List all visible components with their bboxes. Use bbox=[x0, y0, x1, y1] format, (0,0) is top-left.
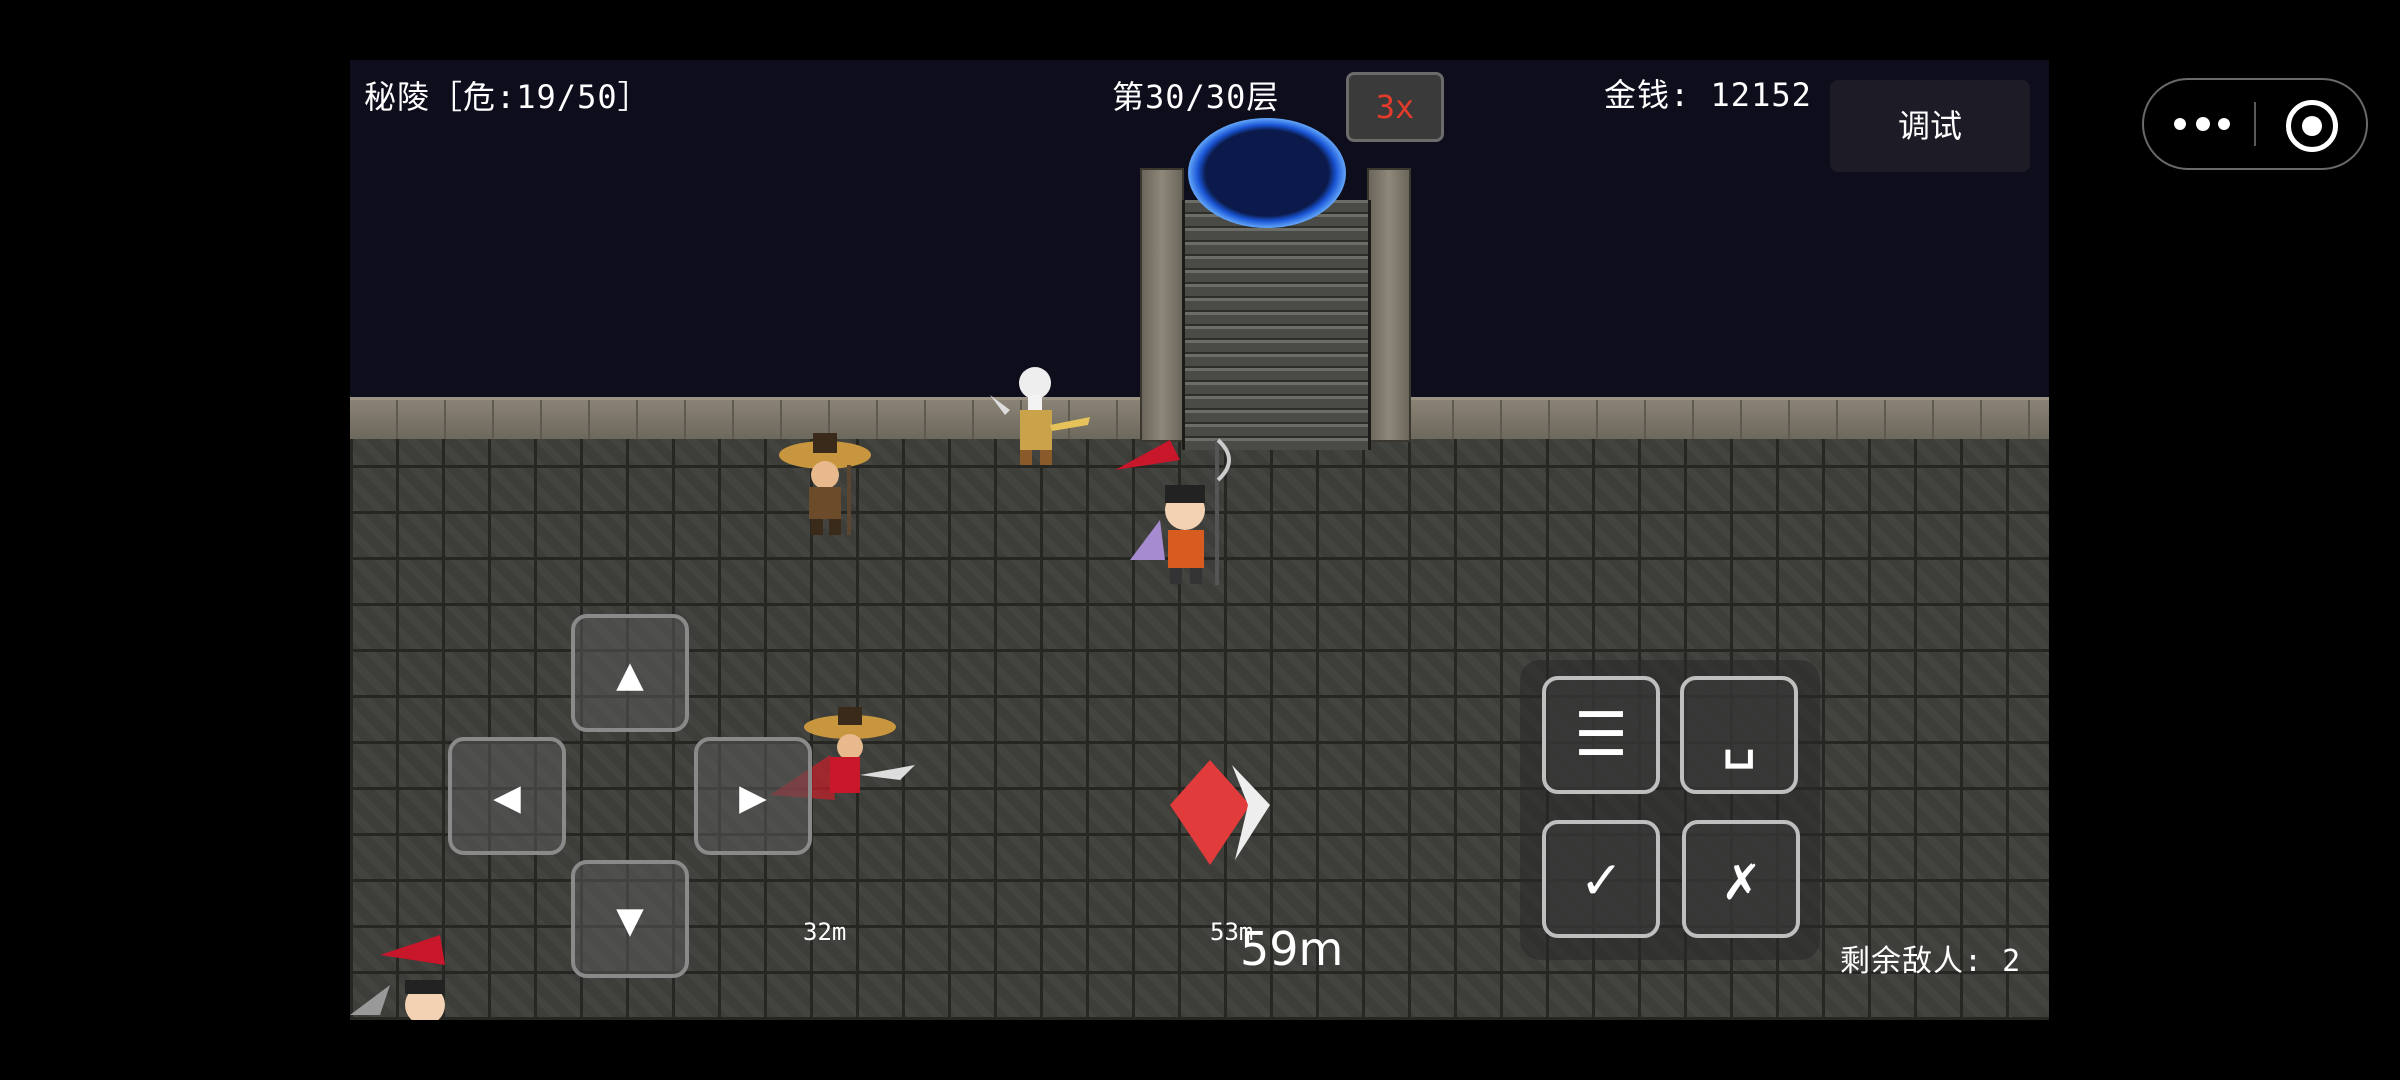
more-options-icon[interactable] bbox=[2174, 112, 2234, 136]
stair-pillar-left bbox=[1140, 168, 1184, 442]
speed-toggle-button[interactable]: 3x bbox=[1346, 72, 1444, 142]
capsule-divider bbox=[2254, 102, 2256, 146]
red-plume-enemy-sprite bbox=[350, 935, 480, 1020]
space-button[interactable]: ␣ bbox=[1680, 676, 1798, 794]
close-miniprogram-icon[interactable] bbox=[2286, 100, 2338, 152]
confirm-button[interactable]: ✓ bbox=[1542, 820, 1660, 938]
enemies-remaining-label: 剩余敌人: 2 bbox=[1840, 944, 2022, 979]
elder-swordsman-sprite bbox=[980, 355, 1090, 475]
dpad-left-button[interactable]: ◀ bbox=[448, 737, 566, 855]
stair-pillar-right bbox=[1367, 168, 1411, 442]
location-danger-label: 秘陵［危:19/50］ bbox=[364, 78, 651, 116]
dpad-down-button[interactable]: ▼ bbox=[571, 860, 689, 978]
dpad-up-button[interactable]: ▲ bbox=[571, 614, 689, 732]
straw-hat-bandit-sprite bbox=[775, 425, 875, 540]
floor-label: 第30/30层 bbox=[1112, 78, 1280, 116]
blue-portal bbox=[1188, 118, 1346, 228]
dpad-right-button[interactable]: ▶ bbox=[694, 737, 812, 855]
miniprogram-capsule bbox=[2142, 78, 2368, 170]
cancel-button[interactable]: ✗ bbox=[1682, 820, 1800, 938]
target-distance: 59m bbox=[1240, 922, 1344, 976]
staircase bbox=[1182, 200, 1371, 450]
money-label: 金钱: 12152 bbox=[1604, 76, 1812, 114]
enemy-distance-a: 32m bbox=[803, 918, 847, 946]
menu-button[interactable]: ☰ bbox=[1542, 676, 1660, 794]
red-crystal-sprite bbox=[1170, 760, 1280, 870]
player-hero-sprite bbox=[1110, 430, 1240, 590]
debug-button[interactable]: 调试 bbox=[1830, 80, 2030, 172]
